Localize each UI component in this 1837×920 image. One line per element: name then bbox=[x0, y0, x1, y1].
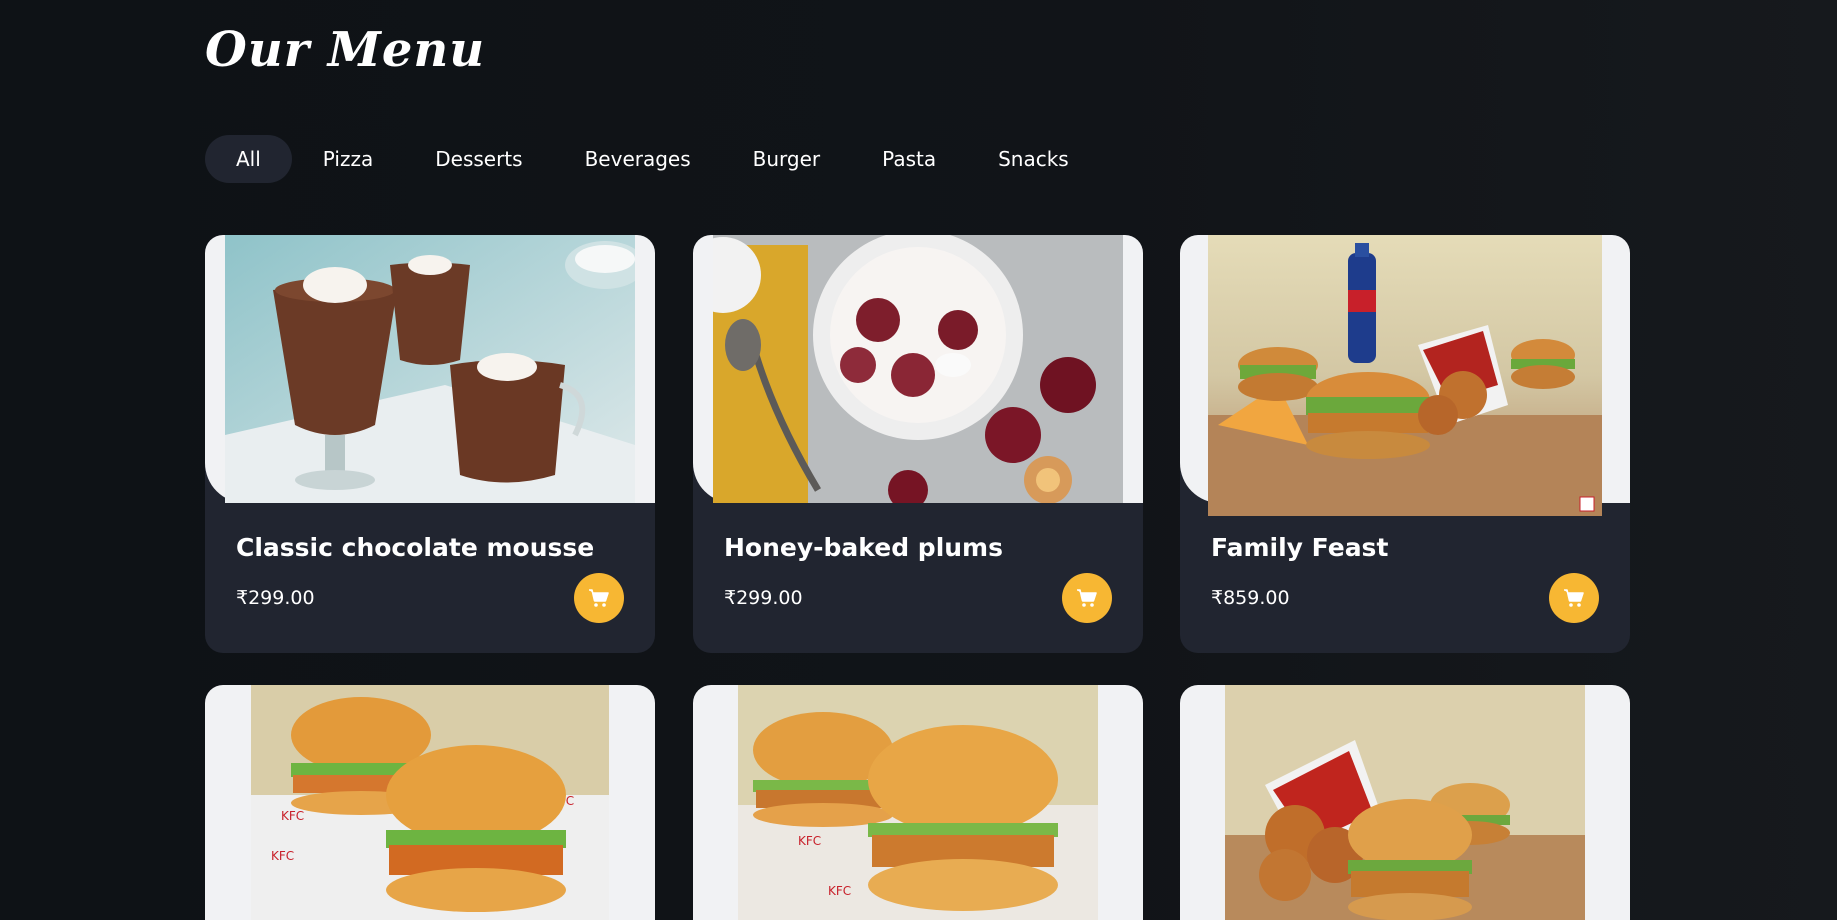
menu-card[interactable]: Family Feast ₹859.00 bbox=[1180, 235, 1630, 653]
add-to-cart-button[interactable] bbox=[1549, 573, 1599, 623]
card-body: Honey-baked plums ₹299.00 bbox=[693, 503, 1143, 653]
tab-burger[interactable]: Burger bbox=[722, 135, 852, 183]
menu-card[interactable]: KFC KFC KFC bbox=[205, 685, 655, 920]
classic-burgers-photo: KFC KFC bbox=[738, 685, 1098, 920]
add-to-cart-button[interactable] bbox=[1062, 573, 1112, 623]
item-name: Honey-baked plums bbox=[724, 533, 1003, 562]
baked-plums-photo bbox=[713, 235, 1123, 503]
add-to-cart-button[interactable] bbox=[574, 573, 624, 623]
tab-pasta[interactable]: Pasta bbox=[851, 135, 967, 183]
tab-all[interactable]: All bbox=[205, 135, 292, 183]
menu-card[interactable] bbox=[1180, 685, 1630, 920]
menu-page: Our Menu All Pizza Desserts Beverages Bu… bbox=[0, 0, 1837, 920]
category-tabs: All Pizza Desserts Beverages Burger Past… bbox=[205, 135, 1100, 183]
page-title: Our Menu bbox=[205, 22, 486, 78]
item-name: Family Feast bbox=[1211, 533, 1389, 562]
cart-icon bbox=[1077, 589, 1097, 607]
zinger-burgers-photo: KFC KFC KFC bbox=[251, 685, 609, 920]
family-feast-photo bbox=[1208, 235, 1602, 516]
cart-icon bbox=[589, 589, 609, 607]
tab-pizza[interactable]: Pizza bbox=[292, 135, 404, 183]
item-name: Classic chocolate mousse bbox=[236, 533, 595, 562]
svg-text:KFC: KFC bbox=[281, 809, 304, 823]
card-image-area bbox=[693, 235, 1143, 503]
card-body: Family Feast ₹859.00 bbox=[1180, 503, 1630, 653]
card-image-area bbox=[1180, 235, 1630, 516]
card-body: Classic chocolate mousse ₹299.00 bbox=[205, 503, 655, 653]
card-image-area: KFC KFC bbox=[693, 685, 1143, 920]
menu-card[interactable]: KFC KFC bbox=[693, 685, 1143, 920]
tab-desserts[interactable]: Desserts bbox=[404, 135, 553, 183]
menu-card[interactable]: Honey-baked plums ₹299.00 bbox=[693, 235, 1143, 653]
chicken-bucket-burgers-photo bbox=[1225, 685, 1585, 920]
item-price: ₹299.00 bbox=[236, 587, 315, 609]
card-image-area bbox=[205, 235, 655, 503]
svg-text:KFC: KFC bbox=[271, 849, 294, 863]
menu-card[interactable]: Classic chocolate mousse ₹299.00 bbox=[205, 235, 655, 653]
item-price: ₹299.00 bbox=[724, 587, 803, 609]
svg-text:KFC: KFC bbox=[828, 884, 851, 898]
chocolate-mousse-photo bbox=[225, 235, 635, 503]
card-image-area bbox=[1180, 685, 1630, 920]
item-price: ₹859.00 bbox=[1211, 587, 1290, 609]
tab-snacks[interactable]: Snacks bbox=[967, 135, 1100, 183]
card-image-area: KFC KFC KFC bbox=[205, 685, 655, 920]
cart-icon bbox=[1564, 589, 1584, 607]
tab-beverages[interactable]: Beverages bbox=[554, 135, 722, 183]
svg-text:KFC: KFC bbox=[798, 834, 821, 848]
